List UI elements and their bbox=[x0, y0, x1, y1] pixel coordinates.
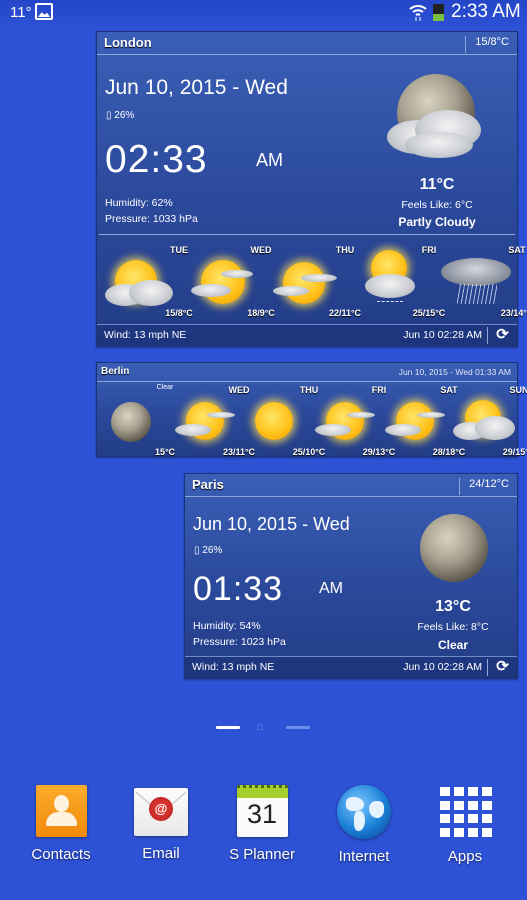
humidity: Humidity: 62% bbox=[105, 197, 173, 209]
status-bar[interactable]: 11° 2:33 AM bbox=[0, 0, 527, 26]
widget-footer: Wind: 13 mph NE Jun 10 02:28 AM ⟳ bbox=[185, 656, 517, 678]
high-low-temp: 24/12°C bbox=[459, 478, 509, 495]
refresh-icon[interactable]: ⟳ bbox=[487, 659, 517, 676]
partly-cloudy-night-icon bbox=[385, 72, 485, 167]
calendar-day: 31 bbox=[246, 799, 278, 829]
humidity: Humidity: 54% bbox=[193, 620, 261, 632]
battery-percent: 26% bbox=[114, 110, 135, 121]
forecast-divider bbox=[99, 234, 515, 235]
forecast-day[interactable]: WED 23/11°C bbox=[169, 382, 255, 457]
home-icon[interactable]: ⌂ bbox=[256, 720, 270, 732]
high-low-temp: 15/8°C bbox=[465, 36, 509, 53]
clock-ampm: AM bbox=[319, 580, 343, 597]
paris-weather-widget[interactable]: Paris 24/12°C Jun 10, 2015 - Wed ▯ 26% 0… bbox=[184, 473, 518, 679]
dock-label: Internet bbox=[338, 848, 390, 865]
datetime: Jun 10, 2015 - Wed 01:33 AM bbox=[398, 367, 511, 377]
feels-like: Feels Like: 6°C bbox=[401, 199, 473, 211]
current-temperature: 11°C bbox=[419, 176, 455, 193]
refresh-icon[interactable]: ⟳ bbox=[487, 327, 517, 344]
battery-level: ▯ 26% bbox=[106, 110, 135, 121]
forecast-day[interactable]: SUN 29/15°C bbox=[449, 382, 527, 457]
email-icon: @ bbox=[134, 788, 188, 836]
current-conditions[interactable]: Clear 15°C bbox=[99, 382, 175, 457]
dock-email[interactable]: @ Email bbox=[116, 785, 206, 862]
dock-contacts[interactable]: Contacts bbox=[16, 785, 106, 863]
dock-internet[interactable]: Internet bbox=[319, 785, 409, 865]
condition: Clear bbox=[437, 638, 469, 652]
contacts-icon bbox=[35, 785, 87, 837]
berlin-weather-widget[interactable]: Berlin Jun 10, 2015 - Wed 01:33 AM Clear… bbox=[96, 362, 527, 457]
clear-night-icon bbox=[111, 402, 151, 442]
dock-label: S Planner bbox=[229, 846, 295, 863]
dock-label: Email bbox=[142, 845, 180, 862]
forecast-day[interactable]: SAT 28/18°C bbox=[379, 382, 465, 457]
clock-ampm: AM bbox=[256, 150, 283, 170]
forecast-day-label: FRI bbox=[421, 245, 437, 255]
forecast-temp: 29/15°C bbox=[502, 447, 527, 457]
clock-time[interactable]: 01:33 bbox=[193, 570, 283, 609]
pressure: Pressure: 1023 hPa bbox=[193, 636, 286, 648]
battery-percent: 26% bbox=[202, 545, 223, 556]
widget-header: London 15/8°C bbox=[97, 32, 517, 55]
pressure: Pressure: 1033 hPa bbox=[105, 213, 198, 225]
clear-night-icon bbox=[420, 514, 488, 582]
globe-icon bbox=[337, 785, 391, 839]
forecast-day[interactable]: FRI 25/15°C bbox=[349, 242, 445, 320]
current-temperature: 13°C bbox=[435, 598, 471, 615]
last-updated: Jun 10 02:28 AM bbox=[403, 329, 482, 341]
image-icon bbox=[35, 3, 53, 20]
forecast-day-label: SUN bbox=[509, 385, 527, 395]
clock-time[interactable]: 02:33 bbox=[105, 138, 208, 182]
london-weather-widget[interactable]: London 15/8°C Jun 10, 2015 - Wed ▯ 26% 0… bbox=[96, 31, 527, 347]
apps-grid-icon bbox=[438, 785, 492, 839]
wind-info: Wind: 13 mph NE bbox=[192, 661, 275, 673]
wind-info: Wind: 13 mph NE bbox=[104, 329, 187, 341]
widget-header: Paris 24/12°C bbox=[185, 474, 517, 497]
widget-footer: Wind: 13 mph NE Jun 10 02:28 AM ⟳ bbox=[97, 324, 517, 346]
last-updated: Jun 10 02:28 AM bbox=[403, 661, 482, 673]
status-time: 2:33 AM bbox=[451, 1, 521, 22]
city-name: Paris bbox=[192, 477, 224, 492]
city-name: Berlin bbox=[101, 366, 130, 377]
condition: Partly Cloudy bbox=[398, 215, 476, 229]
feels-like: Feels Like: 8°C bbox=[417, 621, 489, 633]
city-name: London bbox=[104, 35, 152, 50]
forecast-day[interactable]: TUE 15/8°C bbox=[99, 242, 193, 320]
date-text: Jun 10, 2015 - Wed bbox=[193, 514, 350, 534]
forecast-day[interactable]: FRI 29/13°C bbox=[309, 382, 395, 457]
forecast-day[interactable]: THU 22/11°C bbox=[265, 242, 361, 320]
page-dot-active[interactable] bbox=[216, 726, 240, 729]
forecast-day[interactable]: THU 25/10°C bbox=[239, 382, 325, 457]
dock-apps[interactable]: Apps bbox=[420, 785, 510, 865]
page-dot[interactable] bbox=[286, 726, 310, 729]
battery-icon bbox=[433, 4, 444, 21]
dock-label: Apps bbox=[447, 848, 483, 865]
calendar-icon: 31 bbox=[236, 785, 288, 837]
weather-temp-indicator: 11° bbox=[10, 4, 32, 21]
battery-level: ▯ 26% bbox=[194, 545, 223, 556]
forecast-day[interactable]: WED 18/9°C bbox=[181, 242, 275, 320]
forecast-day-label: SAT bbox=[508, 245, 526, 255]
dock-s-planner[interactable]: 31 S Planner bbox=[217, 785, 307, 863]
date-text: Jun 10, 2015 - Wed bbox=[105, 76, 288, 99]
dock-label: Contacts bbox=[31, 846, 91, 863]
forecast-temp: 23/14°C bbox=[500, 308, 527, 318]
widget-header: Berlin Jun 10, 2015 - Wed 01:33 AM bbox=[97, 363, 517, 382]
wifi-icon bbox=[409, 5, 427, 21]
